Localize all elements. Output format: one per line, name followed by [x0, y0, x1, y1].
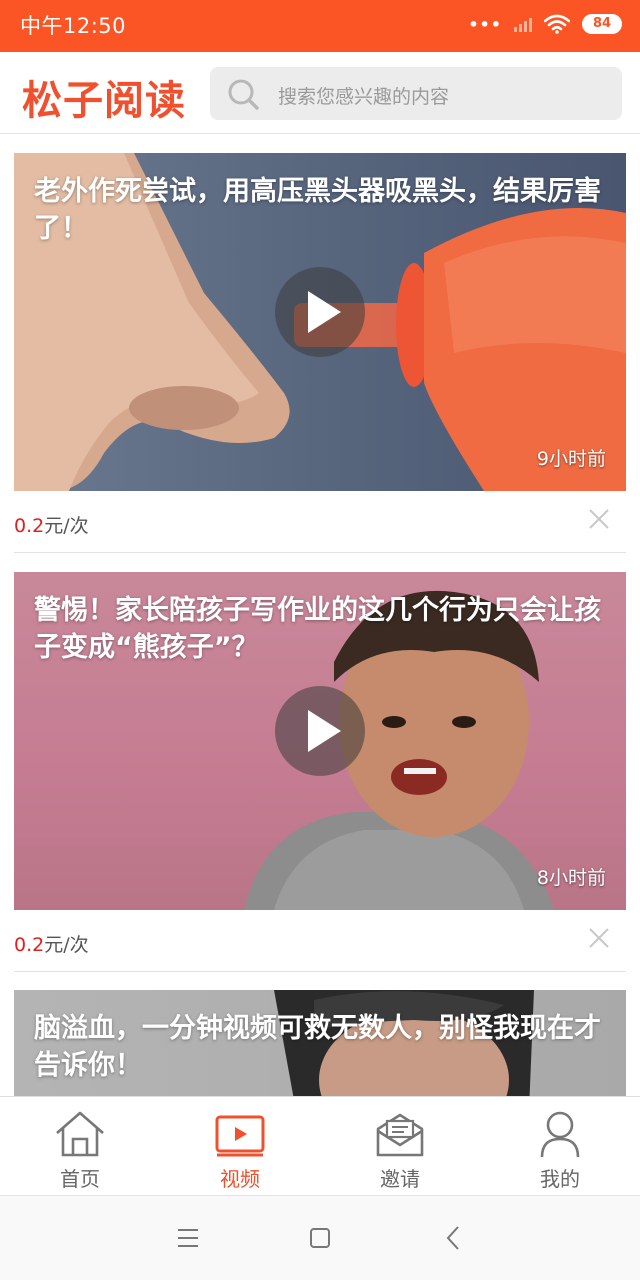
video-thumbnail[interactable]: 警惕！家长陪孩子写作业的这几个行为只会让孩子变成“熊孩子”？ 8小时前	[14, 572, 626, 910]
home-square-icon[interactable]	[304, 1222, 336, 1254]
video-feed: 老外作死尝试，用高压黑头器吸黑头，结果厉害了！ 9小时前 0.2元/次 警惕！家…	[0, 134, 640, 1096]
system-nav-bar	[0, 1196, 640, 1280]
nav-label: 我的	[540, 1167, 580, 1191]
nav-label: 首页	[60, 1167, 100, 1191]
battery-icon: 84	[582, 14, 622, 34]
video-title: 脑溢血，一分钟视频可救无数人，别怪我现在才告诉你！	[34, 1013, 601, 1081]
menu-icon[interactable]	[172, 1222, 204, 1254]
video-thumbnail[interactable]: 脑溢血，一分钟视频可救无数人，别怪我现在才告诉你！	[14, 990, 626, 1096]
nav-label: 视频	[220, 1167, 260, 1191]
signal-icon	[514, 16, 532, 32]
play-button[interactable]	[275, 267, 365, 357]
video-card[interactable]: 脑溢血，一分钟视频可救无数人，别怪我现在才告诉你！	[14, 990, 626, 1096]
search-icon	[228, 79, 259, 110]
video-time-ago: 8小时前	[536, 867, 606, 889]
video-icon	[215, 1115, 265, 1157]
close-icon[interactable]	[588, 508, 610, 530]
status-time: 中午12:50	[20, 14, 127, 38]
video-meta-row: 0.2元/次	[14, 910, 626, 972]
nav-item-video[interactable]: 视频	[160, 1097, 320, 1197]
nav-item-profile[interactable]: 我的	[480, 1097, 640, 1197]
wifi-icon	[544, 14, 570, 34]
nav-label: 邀请	[380, 1167, 420, 1191]
search-placeholder: 搜索您感兴趣的内容	[278, 86, 450, 108]
nav-item-home[interactable]: 首页	[0, 1097, 160, 1197]
invite-mail-icon	[376, 1113, 424, 1157]
more-dots-icon: •••	[468, 14, 502, 34]
search-input[interactable]: 搜索您感兴趣的内容	[210, 67, 622, 120]
play-icon	[308, 291, 341, 333]
bottom-nav: 首页 视频 邀请 我的	[0, 1096, 640, 1196]
reward-unit: 元/次	[44, 515, 89, 537]
nav-item-invite[interactable]: 邀请	[320, 1097, 480, 1197]
video-card[interactable]: 警惕！家长陪孩子写作业的这几个行为只会让孩子变成“熊孩子”？ 8小时前 0.2元…	[14, 572, 626, 972]
home-icon	[56, 1111, 104, 1157]
video-title: 警惕！家长陪孩子写作业的这几个行为只会让孩子变成“熊孩子”？	[34, 595, 601, 663]
video-card[interactable]: 老外作死尝试，用高压黑头器吸黑头，结果厉害了！ 9小时前 0.2元/次	[14, 153, 626, 553]
close-icon[interactable]	[588, 927, 610, 949]
back-icon[interactable]	[438, 1222, 470, 1254]
play-icon	[308, 710, 341, 752]
reward-unit: 元/次	[44, 934, 89, 956]
status-bar: 中午12:50 ••• 84	[0, 0, 640, 52]
reward-label: 0.2元/次	[14, 511, 89, 538]
profile-icon	[540, 1111, 580, 1158]
reward-label: 0.2元/次	[14, 930, 89, 957]
video-time-ago: 9小时前	[536, 448, 606, 470]
video-meta-row: 0.2元/次	[14, 491, 626, 553]
status-indicators: ••• 84	[468, 12, 622, 36]
reward-amount: 0.2	[14, 515, 45, 537]
app-logo: 松子阅读	[22, 78, 186, 124]
video-thumbnail[interactable]: 老外作死尝试，用高压黑头器吸黑头，结果厉害了！ 9小时前	[14, 153, 626, 491]
reward-amount: 0.2	[14, 934, 45, 956]
app-header: 松子阅读 搜索您感兴趣的内容	[0, 52, 640, 134]
play-button[interactable]	[275, 686, 365, 776]
video-title: 老外作死尝试，用高压黑头器吸黑头，结果厉害了！	[34, 176, 601, 244]
